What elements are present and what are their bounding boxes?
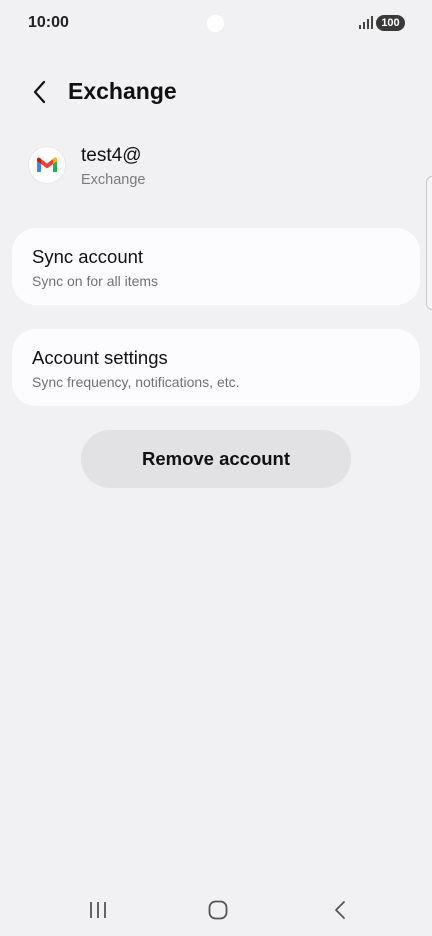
remove-account-label: Remove account [141,448,291,469]
battery-level: 100 [381,17,400,29]
account-email: test4@ [81,145,142,166]
edge-panel-handle[interactable] [426,176,432,310]
recent-apps-icon [90,902,106,918]
home-button[interactable] [194,890,242,930]
remove-account-button[interactable]: Remove account [81,430,351,488]
account-type: Exchange [81,172,146,188]
chevron-left-icon [33,80,46,104]
navigation-bar [0,880,432,936]
battery-icon: 100 [376,15,405,31]
sync-account-title: Sync account [32,246,144,267]
gmail-logo-icon [29,147,65,183]
account-settings-title: Account settings [32,347,168,368]
nav-back-button[interactable] [316,890,364,930]
recent-apps-button[interactable] [74,890,122,930]
camera-cutout [207,15,224,32]
account-settings-card[interactable]: Account settings Sync frequency, notific… [12,329,420,406]
back-icon [335,901,345,919]
signal-icon [359,16,373,29]
page-title: Exchange [68,78,177,104]
home-icon [208,900,228,920]
status-time: 10:00 [28,14,69,31]
status-bar: 10:00 100 [0,0,432,46]
sync-account-subtitle: Sync on for all items [32,273,159,289]
back-button[interactable] [24,76,56,108]
account-settings-subtitle: Sync frequency, notifications, etc. [32,374,240,390]
sync-account-card[interactable]: Sync account Sync on for all items [12,228,420,305]
header: Exchange [0,70,432,114]
account-row: test4@ Exchange [0,140,432,200]
